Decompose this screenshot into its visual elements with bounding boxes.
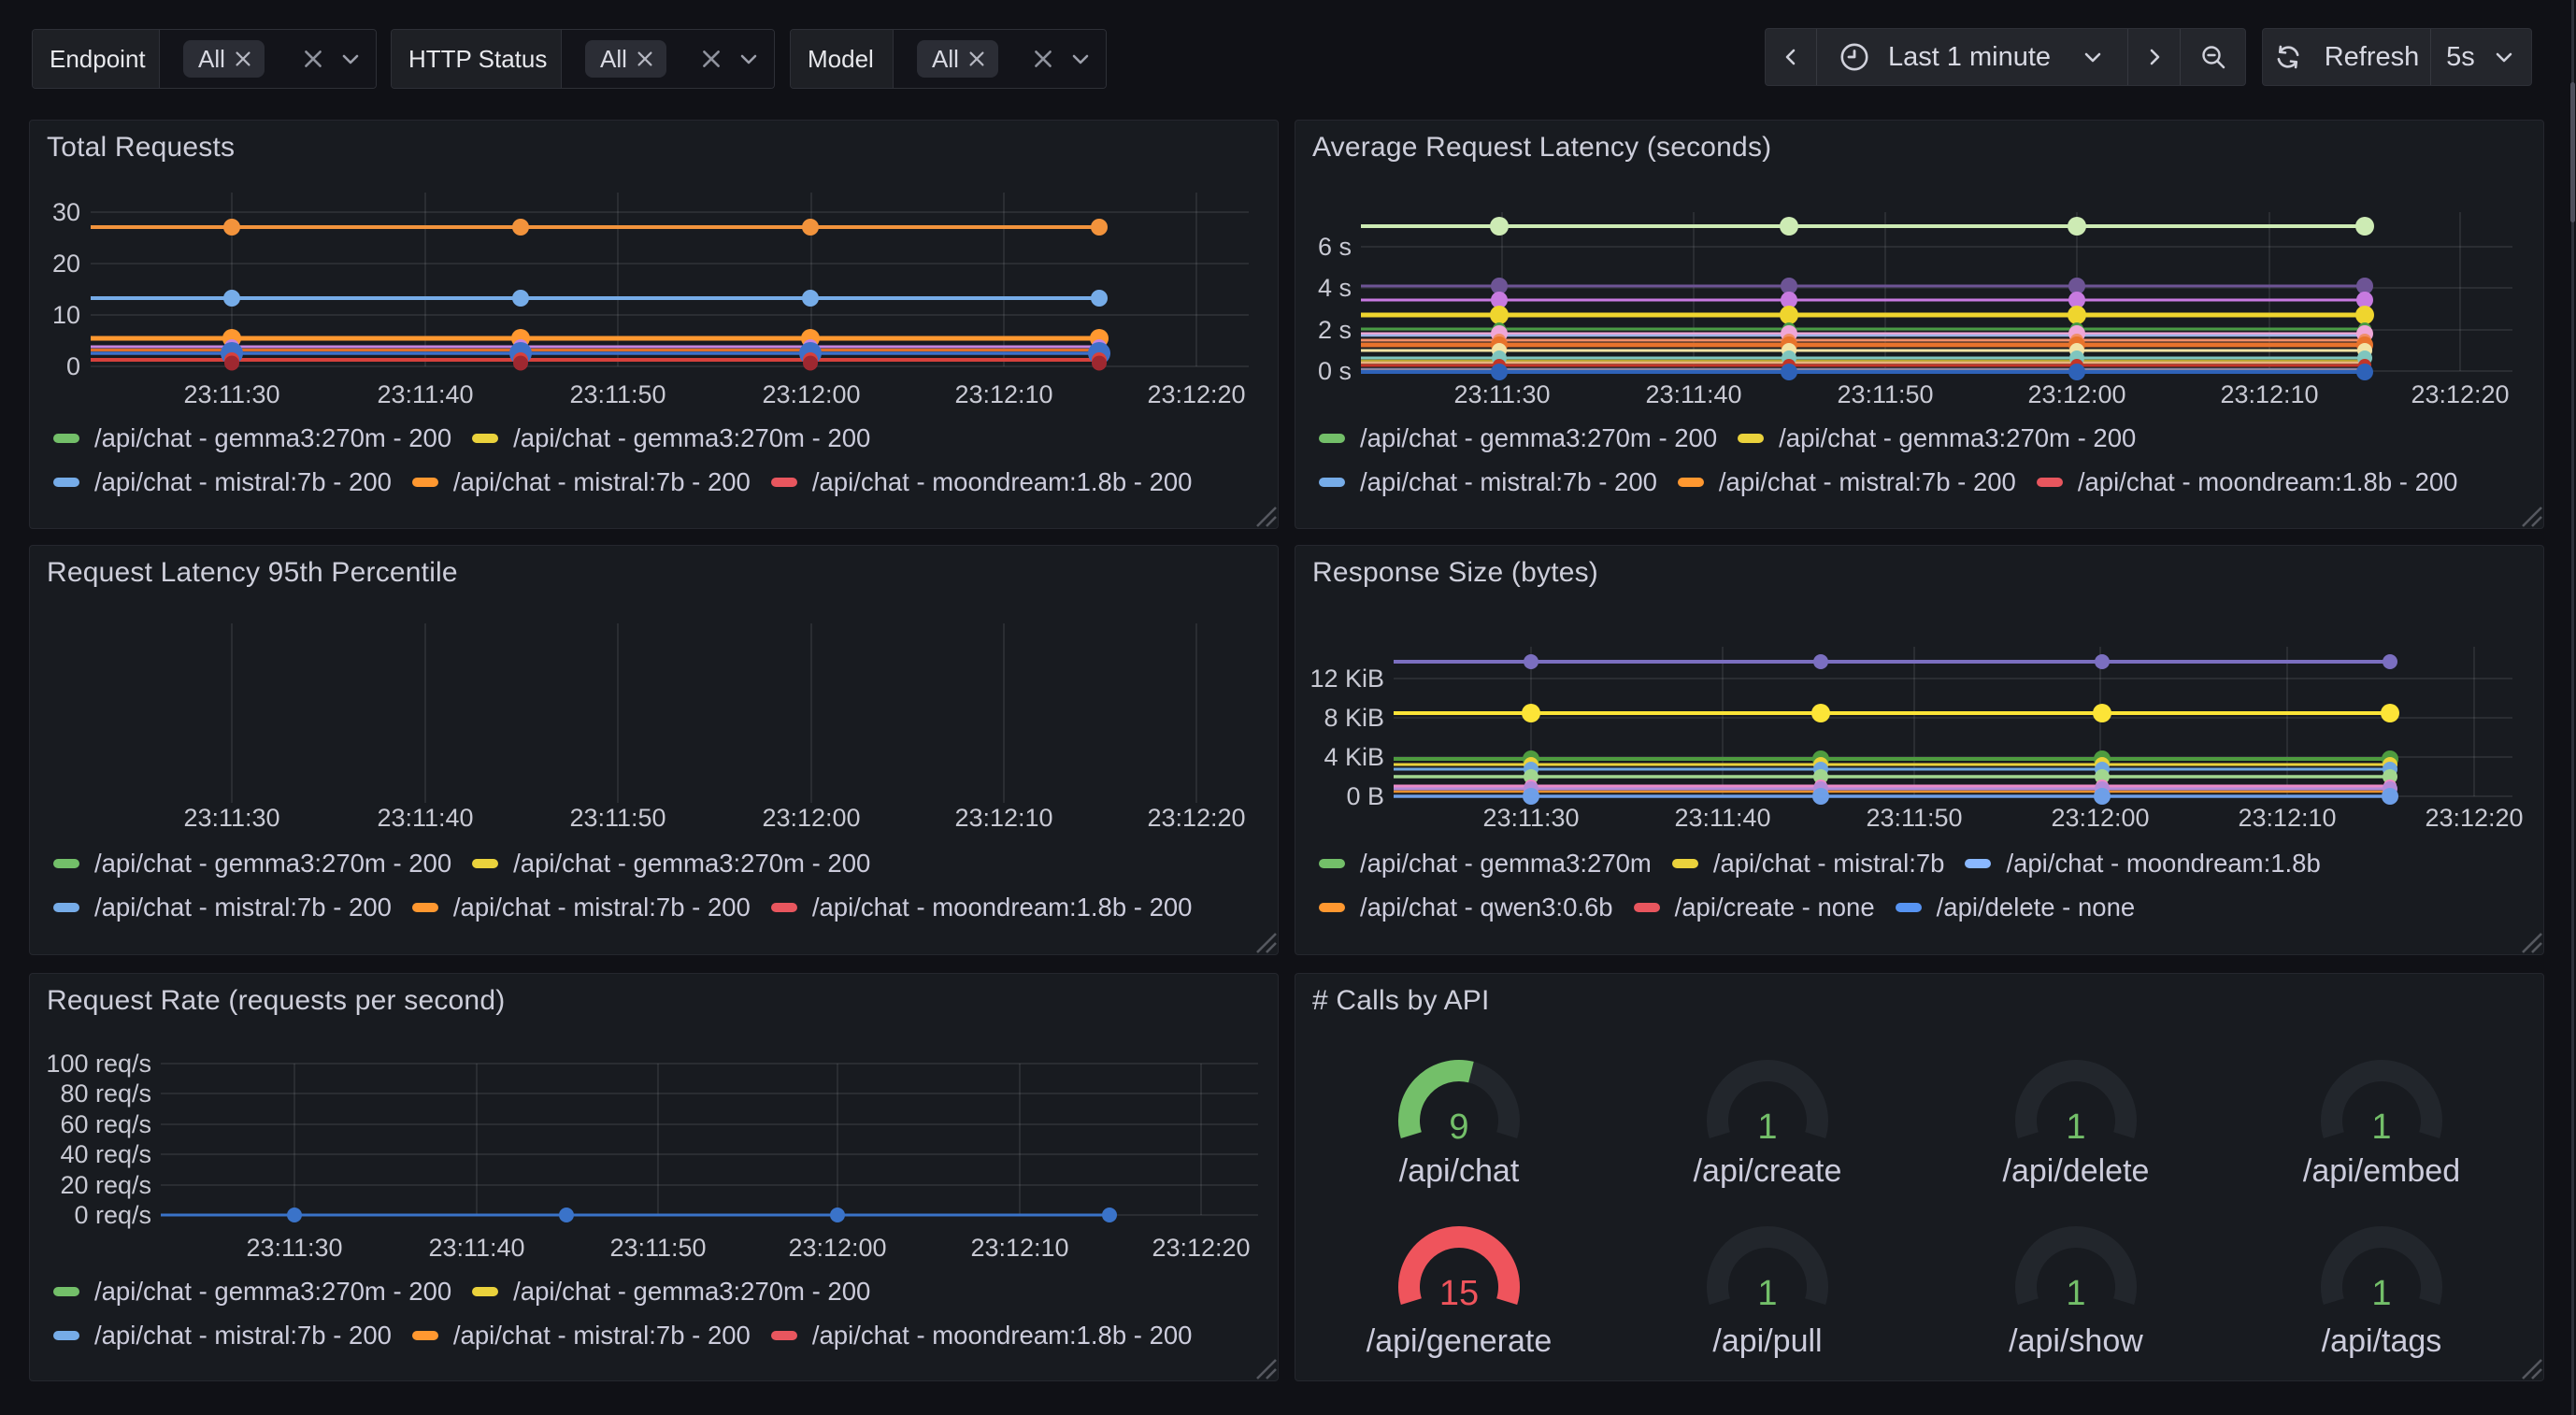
svg-text:/api/embed: /api/embed — [2303, 1153, 2460, 1189]
svg-text:23:12:00: 23:12:00 — [762, 804, 860, 832]
svg-text:0 B: 0 B — [1346, 782, 1384, 810]
svg-text:23:11:40: 23:11:40 — [377, 380, 473, 408]
svg-text:4 s: 4 s — [1318, 274, 1352, 302]
svg-text:1: 1 — [2371, 1108, 2391, 1147]
svg-text:100 req/s: 100 req/s — [46, 1050, 151, 1078]
svg-text:1: 1 — [1757, 1274, 1777, 1313]
svg-text:23:12:20: 23:12:20 — [1152, 1234, 1250, 1262]
svg-text:23:12:20: 23:12:20 — [1147, 804, 1245, 832]
svg-text:1: 1 — [1757, 1108, 1777, 1147]
svg-text:23:12:10: 23:12:10 — [2238, 804, 2336, 832]
svg-text:23:11:30: 23:11:30 — [246, 1234, 342, 1262]
svg-text:23:11:30: 23:11:30 — [183, 380, 279, 408]
svg-text:4 KiB: 4 KiB — [1324, 743, 1384, 771]
svg-text:80 req/s: 80 req/s — [60, 1079, 151, 1108]
svg-text:23:11:30: 23:11:30 — [1453, 380, 1550, 408]
svg-text:1: 1 — [2066, 1108, 2085, 1147]
svg-text:23:12:20: 23:12:20 — [2425, 804, 2523, 832]
svg-text:23:11:30: 23:11:30 — [183, 804, 279, 832]
svg-text:0 s: 0 s — [1318, 357, 1352, 385]
svg-text:23:12:10: 23:12:10 — [954, 380, 1052, 408]
svg-text:23:11:40: 23:11:40 — [428, 1234, 524, 1262]
svg-text:1: 1 — [2371, 1274, 2391, 1313]
svg-text:2 s: 2 s — [1318, 316, 1352, 344]
svg-text:23:11:50: 23:11:50 — [1837, 380, 1933, 408]
svg-text:23:11:50: 23:11:50 — [609, 1234, 706, 1262]
svg-text:/api/chat: /api/chat — [1399, 1153, 1520, 1189]
svg-text:8 KiB: 8 KiB — [1324, 704, 1384, 732]
svg-text:15: 15 — [1439, 1274, 1479, 1313]
svg-text:60 req/s: 60 req/s — [60, 1110, 151, 1138]
svg-text:23:12:00: 23:12:00 — [762, 380, 860, 408]
svg-text:20: 20 — [52, 250, 80, 278]
svg-text:/api/pull: /api/pull — [1712, 1323, 1822, 1359]
svg-text:/api/create: /api/create — [1694, 1153, 1842, 1189]
svg-text:23:12:10: 23:12:10 — [2220, 380, 2318, 408]
svg-text:/api/show: /api/show — [2009, 1323, 2143, 1359]
svg-text:23:12:00: 23:12:00 — [2027, 380, 2125, 408]
svg-text:23:12:00: 23:12:00 — [788, 1234, 886, 1262]
svg-text:0 req/s: 0 req/s — [74, 1201, 151, 1229]
svg-text:1: 1 — [2066, 1274, 2085, 1313]
svg-text:6 s: 6 s — [1318, 233, 1352, 261]
svg-text:20 req/s: 20 req/s — [60, 1171, 151, 1199]
svg-text:/api/delete: /api/delete — [2003, 1153, 2150, 1189]
svg-text:23:12:00: 23:12:00 — [2051, 804, 2149, 832]
svg-text:/api/generate: /api/generate — [1367, 1323, 1553, 1359]
svg-text:23:12:10: 23:12:10 — [954, 804, 1052, 832]
svg-text:40 req/s: 40 req/s — [60, 1140, 151, 1168]
svg-text:23:11:40: 23:11:40 — [1674, 804, 1770, 832]
svg-text:23:11:40: 23:11:40 — [1645, 380, 1741, 408]
svg-text:12 KiB: 12 KiB — [1309, 665, 1384, 693]
svg-text:23:11:50: 23:11:50 — [1866, 804, 1962, 832]
svg-text:23:11:30: 23:11:30 — [1482, 804, 1579, 832]
svg-text:0: 0 — [66, 352, 80, 380]
svg-text:23:11:50: 23:11:50 — [569, 380, 665, 408]
svg-text:/api/tags: /api/tags — [2322, 1323, 2442, 1359]
svg-text:23:12:10: 23:12:10 — [970, 1234, 1068, 1262]
svg-text:23:11:40: 23:11:40 — [377, 804, 473, 832]
svg-text:23:12:20: 23:12:20 — [2411, 380, 2509, 408]
svg-text:9: 9 — [1449, 1108, 1468, 1147]
svg-text:10: 10 — [52, 301, 80, 329]
svg-text:30: 30 — [52, 198, 80, 226]
svg-text:23:12:20: 23:12:20 — [1147, 380, 1245, 408]
svg-text:23:11:50: 23:11:50 — [569, 804, 665, 832]
